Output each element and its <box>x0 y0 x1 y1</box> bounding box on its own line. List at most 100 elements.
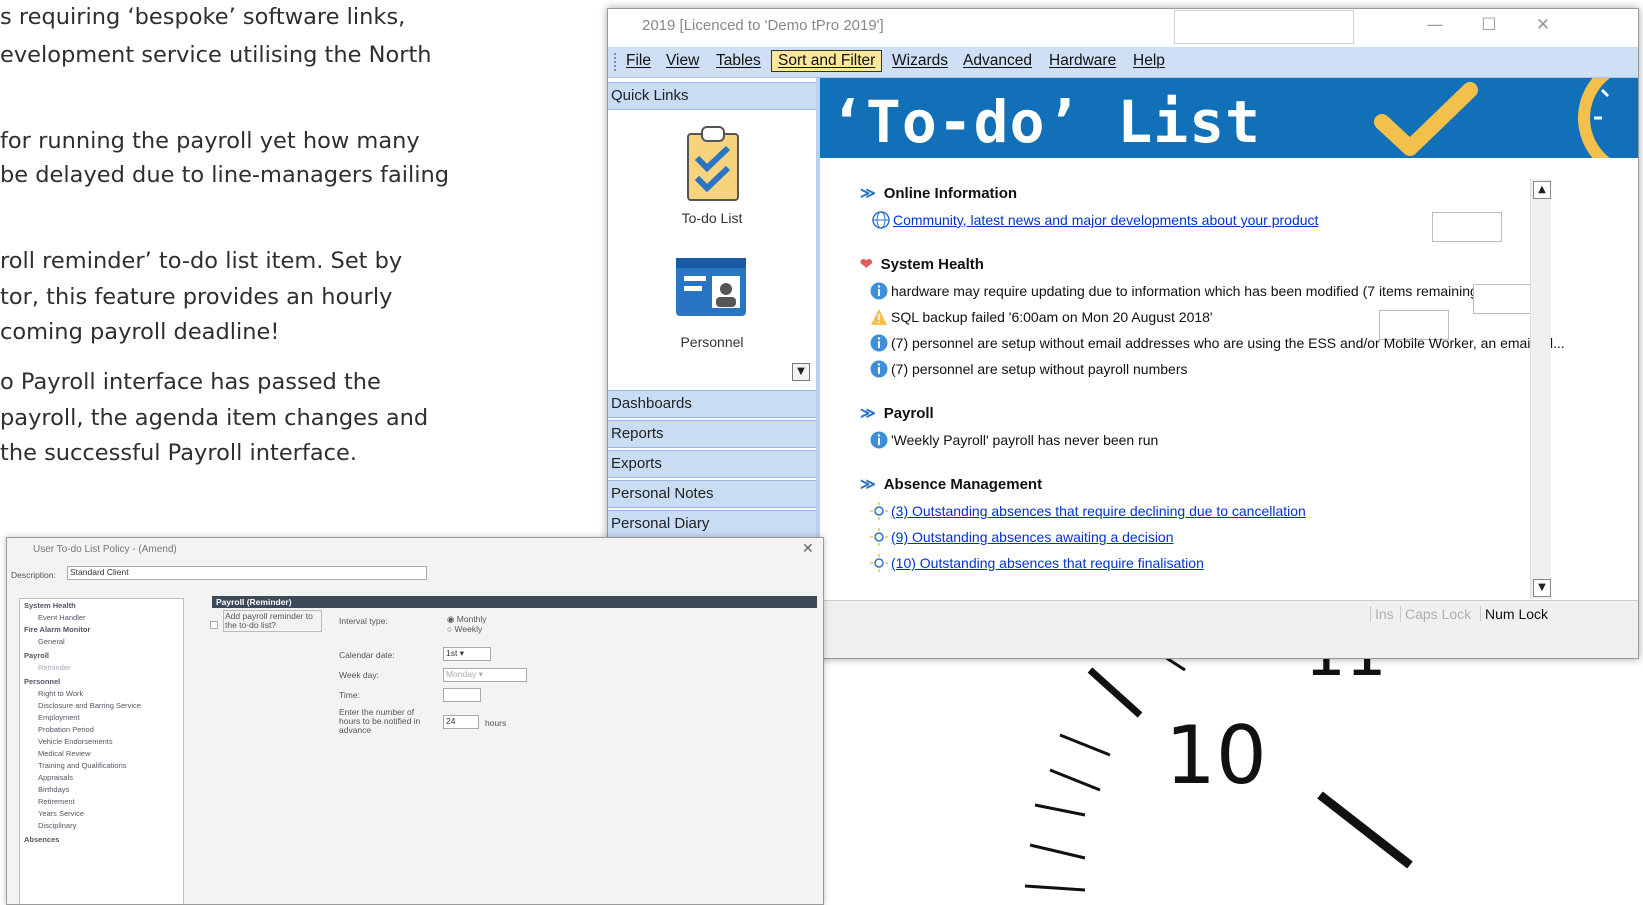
tree-item[interactable]: Probation Period <box>38 725 94 734</box>
personnel-link[interactable]: Personnel <box>608 334 816 350</box>
todo-policy-dialog: User To-do List Policy - (Amend) ✕ Descr… <box>6 537 824 905</box>
absence-awaiting-link[interactable]: (9) Outstanding absences awaiting a deci… <box>891 529 1174 545</box>
interval-label: Interval type: <box>339 616 388 626</box>
sun-icon <box>870 528 888 546</box>
hours-input[interactable]: 24 <box>443 715 479 729</box>
quick-links-header[interactable]: Quick Links <box>608 82 816 110</box>
chevron-down-icon[interactable]: ▼ <box>792 363 810 381</box>
policy-tree: System Health Event Handler Fire Alarm M… <box>19 598 184 904</box>
tree-item[interactable]: Personnel <box>24 677 60 686</box>
status-caps-lock: Caps Lock <box>1400 606 1471 622</box>
payroll-item-text: 'Weekly Payroll' payroll has never been … <box>891 432 1159 448</box>
menu-grip <box>614 53 619 71</box>
menu-view[interactable]: View <box>666 52 699 70</box>
clock-face-decoration <box>1578 78 1638 158</box>
tree-item[interactable]: Medical Review <box>38 749 91 758</box>
chevron-down-icon[interactable]: ≫ <box>860 405 876 422</box>
nav-reports[interactable]: Reports <box>608 420 816 448</box>
payroll-item[interactable]: 'Weekly Payroll' payroll has never been … <box>870 431 1158 449</box>
article-line: coming payroll deadline! <box>0 319 280 345</box>
tree-item[interactable]: Appraisals <box>38 773 73 782</box>
tree-item[interactable]: Reminder <box>38 663 71 672</box>
chevron-down-icon[interactable]: ≫ <box>860 185 876 202</box>
id-card-icon[interactable] <box>674 256 748 322</box>
todo-list-link[interactable]: To-do List <box>608 210 816 226</box>
time-input[interactable] <box>443 688 481 702</box>
week-day-label: Week day: <box>339 670 380 680</box>
absence-item[interactable]: (10) Outstanding absences that require f… <box>870 554 1204 572</box>
online-news-row[interactable]: Community, latest news and major develop… <box>872 211 1318 229</box>
calendar-select[interactable]: 1st ▾ <box>443 647 491 661</box>
scroll-down-icon[interactable]: ▼ <box>1533 579 1551 597</box>
tree-item[interactable]: Event Handler <box>38 613 86 622</box>
clock-numeral-10: 10 <box>1165 709 1267 802</box>
menu-wizards[interactable]: Wizards <box>892 52 948 70</box>
section-payroll[interactable]: ≫ Payroll <box>860 404 934 422</box>
globe-icon <box>872 211 890 229</box>
minimize-icon[interactable]: — <box>1420 15 1450 35</box>
tree-item[interactable]: Years Service <box>38 809 84 818</box>
absence-declining-link[interactable]: (3) Outstanding absences that require de… <box>891 503 1306 519</box>
health-item[interactable]: hardware may require updating due to inf… <box>870 282 1482 300</box>
tree-item[interactable]: Right to Work <box>38 689 83 698</box>
nav-personal-diary[interactable]: Personal Diary <box>608 510 816 538</box>
nav-personal-notes[interactable]: Personal Notes <box>608 480 816 508</box>
menu-advanced[interactable]: Advanced <box>963 52 1032 70</box>
health-item-text: hardware may require updating due to inf… <box>891 283 1483 299</box>
section-absence-management[interactable]: ≫ Absence Management <box>860 475 1042 493</box>
menu-tables[interactable]: Tables <box>716 52 761 70</box>
chevron-down-icon[interactable]: ≫ <box>860 476 876 493</box>
tree-item[interactable]: Vehicle Endorsements <box>38 737 113 746</box>
tree-item[interactable]: System Health <box>24 601 76 610</box>
section-header: Payroll (Reminder) <box>212 596 817 608</box>
interval-option-weekly[interactable]: ○ Weekly <box>447 624 482 634</box>
section-title: Payroll <box>883 405 934 422</box>
tree-item[interactable]: Disclosure and Barring Service <box>38 701 141 710</box>
close-icon[interactable]: ✕ <box>802 540 814 557</box>
tree-item[interactable]: Training and Qualifications <box>38 761 127 770</box>
tree-item[interactable]: Payroll <box>24 651 49 660</box>
article-line: be delayed due to line-managers failing <box>0 162 450 188</box>
tree-item[interactable]: Fire Alarm Monitor <box>24 625 90 634</box>
tree-item[interactable]: General <box>38 637 65 646</box>
tree-item[interactable]: Retirement <box>38 797 75 806</box>
sun-icon <box>870 502 888 520</box>
checkbox-label: Add payroll reminder to the to-do list? <box>223 610 322 632</box>
warning-icon <box>870 308 888 326</box>
nav-exports[interactable]: Exports <box>608 450 816 478</box>
health-item[interactable]: (7) personnel are setup without email ad… <box>870 334 1565 352</box>
clipboard-check-icon[interactable] <box>686 124 740 206</box>
week-day-select[interactable]: Monday ▾ <box>443 668 527 682</box>
description-input[interactable]: Standard Client <box>67 566 427 580</box>
community-news-link[interactable]: Community, latest news and major develop… <box>893 212 1318 228</box>
close-icon[interactable]: ✕ <box>1528 15 1558 35</box>
maximize-icon[interactable]: ☐ <box>1474 15 1504 35</box>
scroll-up-icon[interactable]: ▲ <box>1533 181 1551 199</box>
section-system-health[interactable]: ❤ System Health <box>860 255 984 273</box>
titlebar-search-box[interactable] <box>1174 10 1354 44</box>
absence-item[interactable]: (9) Outstanding absences awaiting a deci… <box>870 528 1174 546</box>
health-item[interactable]: SQL backup failed '6:00am on Mon 20 Augu… <box>870 308 1213 326</box>
absence-finalisation-link[interactable]: (10) Outstanding absences that require f… <box>891 555 1204 571</box>
section-online-information[interactable]: ≫ Online Information <box>860 184 1017 202</box>
vertical-scrollbar[interactable]: ▲ ▼ <box>1530 179 1551 599</box>
menu-hardware[interactable]: Hardware <box>1049 52 1116 70</box>
article-line: s requiring ‘bespoke’ software links, <box>0 4 406 30</box>
description-label: Description: <box>11 570 56 580</box>
nav-dashboards[interactable]: Dashboards <box>608 390 816 418</box>
tree-item[interactable]: Birthdays <box>38 785 69 794</box>
menu-file[interactable]: File <box>626 52 651 70</box>
health-item[interactable]: (7) personnel are setup without payroll … <box>870 360 1188 378</box>
select-value: 1st <box>446 648 458 658</box>
time-label: Time: <box>339 690 360 700</box>
article-line: o Payroll interface has passed the <box>0 369 381 395</box>
menu-sort-and-filter[interactable]: Sort and Filter <box>771 50 883 72</box>
tree-item[interactable]: Absences <box>24 835 59 844</box>
absence-item[interactable]: (3) Outstanding absences that require de… <box>870 502 1306 520</box>
tree-item[interactable]: Employment <box>38 713 80 722</box>
tree-item[interactable]: Disciplinary <box>38 821 76 830</box>
reminder-checkbox[interactable] <box>210 621 218 629</box>
menu-help[interactable]: Help <box>1133 52 1165 70</box>
article-line: for running the payroll yet how many <box>0 128 420 154</box>
hours-label: Enter the number of hours to be notified… <box>339 707 421 735</box>
